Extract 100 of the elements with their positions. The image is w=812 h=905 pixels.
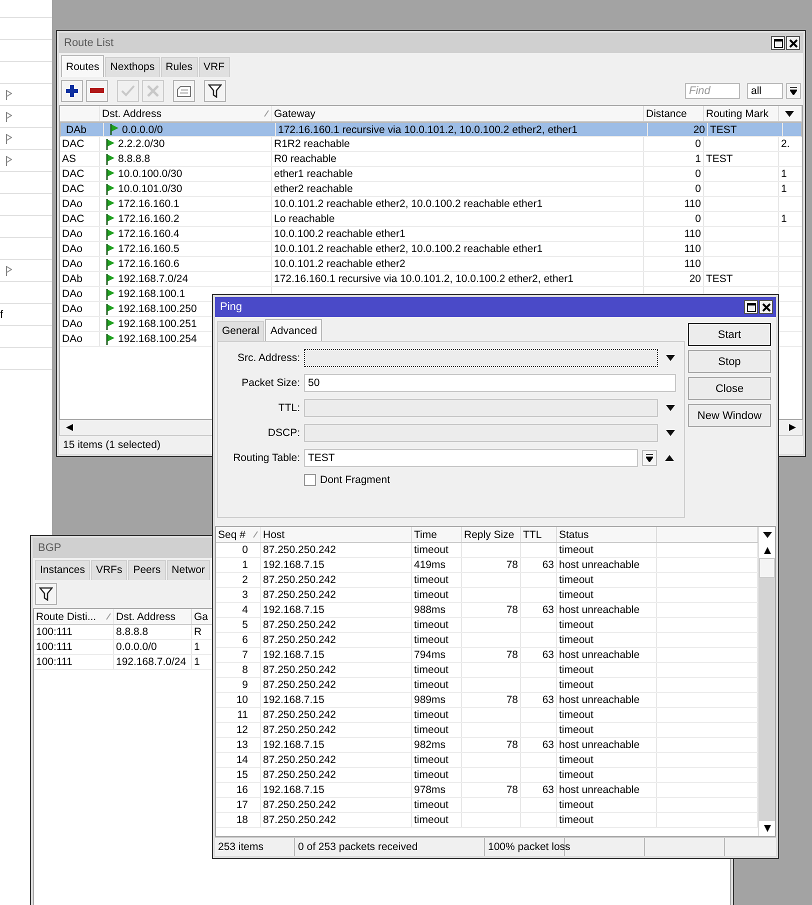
column-header[interactable]: Route Disti...	[34, 609, 102, 624]
tab[interactable]: Routes	[61, 55, 104, 77]
sort-icon	[106, 613, 111, 620]
maximize-button[interactable]	[744, 300, 758, 314]
dropdown-button[interactable]	[786, 83, 801, 99]
close-button[interactable]	[786, 36, 800, 50]
table-cell: 0	[695, 212, 701, 226]
table-row[interactable]: 8 87.250.250.242 timeout timeout	[216, 663, 758, 678]
table-row[interactable]: 9 87.250.250.242 timeout timeout	[216, 678, 758, 693]
table-cell: timeout	[559, 678, 594, 692]
table-cell: DAo	[60, 332, 100, 346]
tab[interactable]: General	[217, 321, 264, 341]
dialog-button[interactable]: New Window	[688, 404, 771, 427]
table-row[interactable]: 11 87.250.250.242 timeout timeout	[216, 708, 758, 723]
table-row[interactable]: 17 87.250.250.242 timeout timeout	[216, 798, 758, 813]
remove-button[interactable]	[86, 80, 108, 102]
column-header[interactable]: Seq #	[216, 527, 250, 542]
table-row[interactable]: 7 192.168.7.15 794ms 78 63 host unreachable	[216, 648, 758, 663]
column-header[interactable]: Status	[557, 527, 657, 542]
scroll-right-icon[interactable]	[789, 424, 796, 431]
dropdown-arrow-icon[interactable]	[666, 405, 675, 411]
table-row[interactable]: 1 192.168.7.15 419ms 78 63 host unreachable	[216, 558, 758, 573]
find-field[interactable]: Find	[685, 83, 740, 99]
dialog-button[interactable]: Stop	[688, 350, 771, 373]
table-cell: 10.0.101.2 reachable ether2, 10.0.100.2 reachable ether1	[274, 197, 543, 211]
table-cell: 20	[689, 272, 701, 286]
column-header[interactable]: Dst. Address	[114, 609, 192, 624]
table-row[interactable]: DAC 10.0.101.0/30 ether2 reachable 0 1	[60, 182, 802, 197]
table-row[interactable]: 18 87.250.250.242 timeout timeout	[216, 813, 758, 828]
table-row[interactable]: DAC 2.2.2.0/30 R1R2 reachable 0 2.	[60, 137, 802, 152]
tab[interactable]: Instances	[35, 560, 90, 580]
close-button[interactable]	[759, 300, 773, 314]
table-row[interactable]: DAb 0.0.0.0/0 172.16.160.1 recursive via 10.0.101.2, 10.0.100.2 ether2, ether1 20 TEST	[60, 122, 802, 137]
select-field[interactable]: TEST	[304, 449, 638, 467]
table-row[interactable]: 14 87.250.250.242 timeout timeout	[216, 753, 758, 768]
filter-button[interactable]	[35, 583, 57, 605]
table-row[interactable]: DAC 10.0.100.0/30 ether1 reachable 0 1	[60, 167, 802, 182]
table-cell: 0.0.0.0/0	[122, 123, 163, 136]
column-header[interactable]: Time	[412, 527, 462, 542]
scroll-left-icon[interactable]	[66, 424, 73, 431]
table-row[interactable]: 5 87.250.250.242 timeout timeout	[216, 618, 758, 633]
column-header[interactable]: Gateway	[272, 106, 644, 121]
table-cell: 2.2.2.0/30	[118, 137, 165, 151]
tab[interactable]: Networ	[166, 560, 210, 580]
table-row[interactable]: DAo 172.16.160.6 10.0.101.2 reachable ether2 110	[60, 257, 802, 272]
list-item-text: f	[0, 308, 4, 320]
table-row[interactable]: 0 87.250.250.242 timeout timeout	[216, 543, 758, 558]
tab[interactable]: Nexthops	[105, 57, 160, 77]
columns-menu-icon[interactable]	[785, 110, 794, 116]
tab[interactable]: VRF	[198, 57, 230, 77]
combo-field[interactable]	[304, 349, 658, 367]
dropdown-button[interactable]	[642, 450, 657, 466]
table-row[interactable]: 3 87.250.250.242 timeout timeout	[216, 588, 758, 603]
tab[interactable]: Advanced	[265, 319, 322, 341]
table-row[interactable]: 16 192.168.7.15 978ms 78 63 host unreachable	[216, 783, 758, 798]
table-row[interactable]: 13 192.168.7.15 982ms 78 63 host unreachable	[216, 738, 758, 753]
columns-menu-icon[interactable]	[762, 532, 772, 538]
column-header[interactable]: Distance	[644, 106, 704, 121]
table-row[interactable]: 12 87.250.250.242 timeout timeout	[216, 723, 758, 738]
table-row[interactable]: 10 192.168.7.15 989ms 78 63 host unreachable	[216, 693, 758, 708]
dialog-button[interactable]: Start	[688, 323, 771, 346]
table-row[interactable]: DAo 172.16.160.5 10.0.101.2 reachable ether2, 10.0.100.2 reachable ether1 110	[60, 242, 802, 257]
window-title: Ping	[220, 301, 242, 313]
column-header[interactable]: Routing Mark	[704, 106, 779, 121]
dropdown-arrow-icon[interactable]	[666, 355, 675, 361]
table-row[interactable]: DAo 172.16.160.4 10.0.100.2 reachable ether1 110	[60, 227, 802, 242]
table-row[interactable]: DAC 172.16.160.2 Lo reachable 0 1	[60, 212, 802, 227]
table-cell: 8.8.8.8	[118, 152, 150, 166]
tab[interactable]: VRFs	[90, 560, 128, 580]
table-cell: DAo	[60, 197, 100, 211]
add-button[interactable]	[61, 80, 83, 102]
filter-button[interactable]	[204, 80, 226, 102]
column-header[interactable]: Dst. Address	[100, 106, 260, 121]
table-row[interactable]: 2 87.250.250.242 timeout timeout	[216, 573, 758, 588]
collapse-arrow-icon[interactable]	[665, 455, 674, 461]
dialog-button[interactable]: Close	[688, 377, 771, 400]
column-header[interactable]: Reply Size	[462, 527, 521, 542]
table-cell: 192.168.100.250	[118, 302, 197, 316]
tab[interactable]: Peers	[128, 560, 166, 580]
flag-icon	[106, 138, 115, 150]
checkbox[interactable]	[304, 474, 316, 486]
table-row[interactable]: AS 8.8.8.8 R0 reachable 1 TEST	[60, 152, 802, 167]
table-row[interactable]: DAo 172.16.160.1 10.0.101.2 reachable ether2, 10.0.100.2 reachable ether1 110	[60, 197, 802, 212]
table-cell: 63	[542, 558, 554, 572]
scroll-down-icon[interactable]	[764, 825, 770, 832]
table-cell: 978ms	[414, 783, 446, 797]
table-row[interactable]: 15 87.250.250.242 timeout timeout	[216, 768, 758, 783]
column-header[interactable]: TTL	[521, 527, 557, 542]
column-header[interactable]: Host	[261, 527, 412, 542]
table-row[interactable]: DAb 192.168.7.0/24 172.16.160.1 recursive via 10.0.101.2, 10.0.100.2 ether2, ether1 20 TEST	[60, 272, 802, 287]
tab[interactable]: Rules	[160, 57, 198, 77]
table-row[interactable]: 4 192.168.7.15 988ms 78 63 host unreachable	[216, 603, 758, 618]
scroll-thumb[interactable]	[759, 558, 775, 578]
scroll-up-icon[interactable]	[764, 547, 770, 554]
filter-dropdown[interactable]: all	[747, 83, 783, 99]
input-field[interactable]: 50	[304, 374, 676, 392]
dropdown-arrow-icon[interactable]	[666, 430, 675, 436]
table-row[interactable]: 6 87.250.250.242 timeout timeout	[216, 633, 758, 648]
comment-button[interactable]	[173, 80, 195, 102]
maximize-button[interactable]	[771, 36, 785, 50]
